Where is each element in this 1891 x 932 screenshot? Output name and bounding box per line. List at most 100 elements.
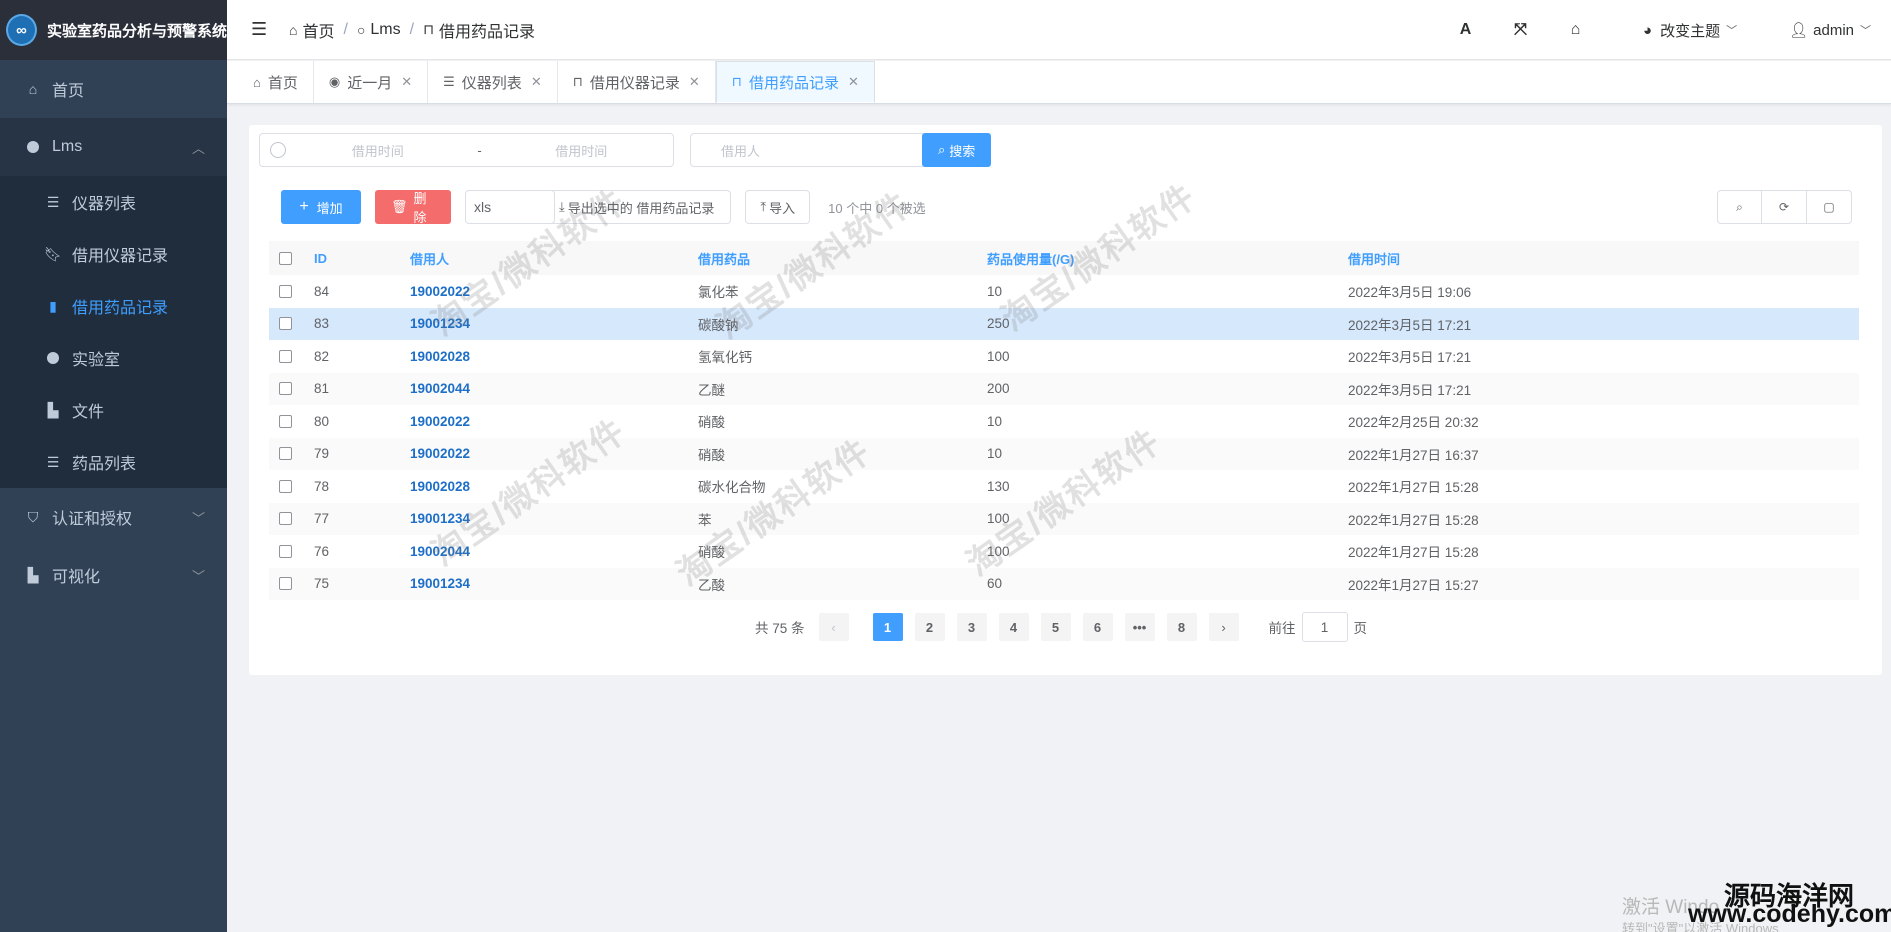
row-checkbox[interactable] (279, 382, 292, 396)
table-row[interactable]: 78 19002028 碳水化合物 130 2022年1月27日 15:28 (269, 470, 1859, 503)
table-row[interactable]: 83 19001234 碳酸钠 250 2022年3月5日 17:21 (269, 307, 1859, 340)
table-row[interactable]: 79 19002022 硝酸 10 2022年1月27日 16:37 (269, 437, 1859, 470)
page-button[interactable]: 3 (956, 613, 987, 641)
tab-instrument-list[interactable]: ☰ 仪器列表 ✕ (428, 61, 558, 103)
page-button[interactable]: 2 (914, 613, 945, 641)
breadcrumb-separator: / (343, 20, 348, 38)
sidebar-item-files[interactable]: ▙ 文件 (0, 384, 227, 436)
row-checkbox[interactable] (279, 414, 292, 428)
page-button[interactable]: 1 (872, 613, 903, 641)
page-button[interactable]: 6 (1082, 613, 1113, 641)
breadcrumb-item[interactable]: Lms (370, 21, 400, 39)
export-button-label: 导出选中的 借用药品记录 (567, 200, 715, 216)
circle-icon (24, 141, 42, 153)
table-row[interactable]: 82 19002028 氢氧化钙 100 2022年3月5日 17:21 (269, 340, 1859, 373)
sidebar-item-auth[interactable]: ⛉ 认证和授权 ﹀ (0, 488, 227, 546)
table-row[interactable]: 76 19002044 硝酸 100 2022年1月27日 15:28 (269, 535, 1859, 568)
export-button[interactable]: ⤓ 导出选中的 借用药品记录 (547, 190, 732, 224)
hamburger-icon[interactable]: ☰ (251, 19, 271, 40)
add-button[interactable]: + 增加 (281, 190, 361, 224)
page-button[interactable]: 8 (1166, 613, 1197, 641)
user-dropdown[interactable]: 👤︎ admin ﹀ (1789, 21, 1871, 40)
sidebar-item-lab[interactable]: 实验室 (0, 332, 227, 384)
home-icon[interactable]: ⌂ (1548, 21, 1603, 39)
brand[interactable]: ∞ 实验室药品分析与预警系统 (0, 0, 227, 60)
import-button-label: 导入 (769, 200, 796, 216)
table-row[interactable]: 81 19002044 乙醚 200 2022年3月5日 17:21 (269, 372, 1859, 405)
table-row[interactable]: 77 19001234 苯 100 2022年1月27日 15:28 (269, 502, 1859, 535)
row-checkbox[interactable] (279, 284, 292, 298)
search-button[interactable]: ⌕ 搜索 (922, 133, 992, 167)
goto-page-input[interactable]: 1 (1301, 612, 1348, 642)
borrower-input[interactable]: 借用人 (690, 133, 926, 167)
font-size-icon[interactable]: A (1438, 21, 1493, 39)
home-icon: ⌂ (289, 21, 298, 38)
tab-drug-borrow[interactable]: ⊓ 借用药品记录 ✕ (715, 61, 875, 103)
table-row[interactable]: 84 19002022 氯化苯 10 2022年3月5日 19:06 (269, 275, 1859, 308)
cell-borrower-link[interactable]: 19001234 (410, 316, 698, 331)
table-row[interactable]: 80 19002022 硝酸 10 2022年2月25日 20:32 (269, 405, 1859, 438)
cell-borrower-link[interactable]: 19002022 (410, 446, 698, 461)
tab-home[interactable]: ⌂ 首页 (238, 61, 314, 103)
cell-time: 2022年3月5日 17:21 (1348, 382, 1472, 398)
row-checkbox[interactable] (279, 349, 292, 363)
sidebar-item-drug-list[interactable]: ☰ 药品列表 (0, 436, 227, 488)
table-tools: ⌕ ⟳ ▢ (1717, 190, 1852, 224)
tab-label: 借用药品记录 (748, 74, 839, 92)
columns-icon[interactable]: ▢ (1807, 190, 1852, 224)
tab-instrument-borrow[interactable]: ⊓ 借用仪器记录 ✕ (558, 61, 716, 103)
cell-borrower-link[interactable]: 19001234 (410, 576, 698, 591)
row-checkbox[interactable] (279, 544, 292, 558)
close-icon[interactable]: ✕ (848, 74, 859, 90)
row-checkbox[interactable] (279, 447, 292, 461)
export-type-select[interactable]: xls (465, 190, 555, 224)
prev-page-button[interactable]: ‹ (818, 613, 849, 641)
table-row[interactable]: 75 19001234 乙酸 60 2022年1月27日 15:27 (269, 567, 1859, 600)
close-icon[interactable]: ✕ (689, 74, 700, 90)
cell-borrower-link[interactable]: 19002044 (410, 544, 698, 559)
close-icon[interactable]: ✕ (401, 74, 412, 90)
tab-recent-month[interactable]: ◉ 近一月 ✕ (314, 61, 429, 103)
row-checkbox[interactable] (279, 512, 292, 526)
delete-button[interactable]: 🗑︎ 删除 (375, 190, 451, 225)
cell-borrower-link[interactable]: 19002022 (410, 414, 698, 429)
row-checkbox[interactable] (279, 479, 292, 493)
column-header[interactable]: 借用时间 (1348, 249, 1859, 268)
cell-borrower-link[interactable]: 19002044 (410, 381, 698, 396)
cell-borrower-link[interactable]: 19001234 (410, 511, 698, 526)
cell-amount: 100 (987, 543, 1010, 559)
sidebar-item-visualize[interactable]: ▙ 可视化 ﹀ (0, 546, 227, 604)
row-checkbox[interactable] (279, 577, 292, 591)
cell-amount: 130 (987, 478, 1010, 494)
refresh-icon[interactable]: ⟳ (1762, 190, 1807, 224)
column-header[interactable]: 药品使用量(/G) (987, 249, 1348, 268)
cell-borrower-link[interactable]: 19002028 (410, 349, 698, 364)
column-header[interactable]: 借用药品 (698, 249, 987, 268)
theme-dropdown[interactable]: ◕ 改变主题 ﹀ (1643, 20, 1737, 41)
page-button[interactable]: 5 (1040, 613, 1071, 641)
search-toggle-icon[interactable]: ⌕ (1717, 190, 1762, 224)
more-pages-button[interactable]: ••• (1124, 613, 1155, 641)
import-button[interactable]: ⤒ 导入 (745, 190, 811, 224)
sidebar-item-home[interactable]: ⌂ 首页 (0, 60, 227, 118)
close-icon[interactable]: ✕ (531, 74, 542, 90)
column-header[interactable]: 借用人 (410, 249, 698, 268)
cell-borrower-link[interactable]: 19002028 (410, 479, 698, 494)
date-range-picker[interactable]: 借用时间 - 借用时间 (259, 133, 674, 167)
fullscreen-icon[interactable]: ⤧ (1493, 21, 1548, 39)
sidebar-item-instrument-borrow[interactable]: 🔖︎ 借用仪器记录 (0, 228, 227, 280)
cell-id: 78 (314, 478, 330, 494)
cell-borrower-link[interactable]: 19002022 (410, 284, 698, 299)
select-all-checkbox[interactable] (279, 251, 292, 265)
sidebar-item-drug-borrow[interactable]: ▮ 借用药品记录 (0, 280, 227, 332)
sidebar-item-instrument-list[interactable]: ☰ 仪器列表 (0, 176, 227, 228)
column-header[interactable]: ID (292, 251, 410, 266)
site-watermark-url: www.codehy.com (1688, 900, 1891, 928)
next-page-button[interactable]: › (1208, 613, 1239, 641)
page-button[interactable]: 4 (998, 613, 1029, 641)
sidebar-item-lms[interactable]: Lms ︿ (0, 118, 227, 176)
breadcrumb-item[interactable]: 首页 (302, 18, 334, 42)
row-checkbox[interactable] (279, 317, 292, 331)
sidebar-item-label: 文件 (72, 404, 105, 421)
sidebar-submenu: ☰ 仪器列表 🔖︎ 借用仪器记录 ▮ 借用药品记录 实验室 ▙ 文件 ☰ 药品列… (0, 176, 227, 488)
